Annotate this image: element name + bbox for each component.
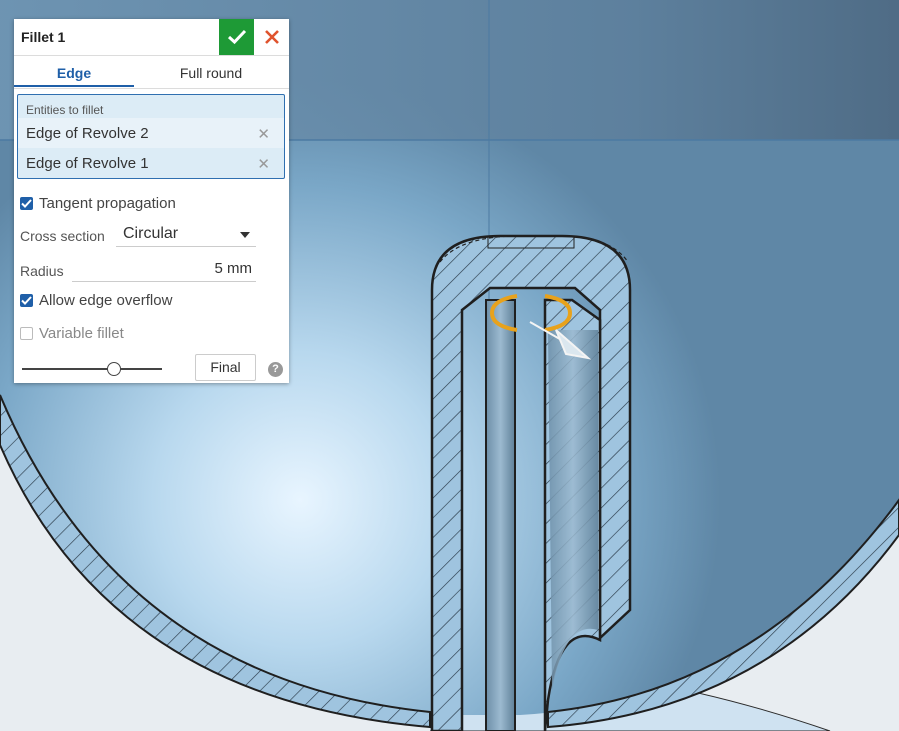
allow-edge-overflow-label: Allow edge overflow xyxy=(39,291,173,309)
remove-entity-icon[interactable]: ✕ xyxy=(257,125,270,143)
variable-fillet-label: Variable fillet xyxy=(39,324,124,342)
entities-label: Entities to fillet xyxy=(26,103,104,117)
radius-value: 5 mm xyxy=(214,260,253,277)
entities-to-fillet-field[interactable]: Entities to fillet Edge of Revolve 2 ✕ E… xyxy=(17,94,285,179)
entity-item[interactable]: Edge of Revolve 1 ✕ xyxy=(18,148,284,178)
slider-handle[interactable] xyxy=(107,362,121,376)
checkmark-icon xyxy=(227,29,246,45)
checkbox-checked-icon xyxy=(20,293,33,307)
tab-edge[interactable]: Edge xyxy=(14,56,134,87)
radius-row: Radius 5 mm xyxy=(20,257,256,282)
entity-item-label: Edge of Revolve 2 xyxy=(26,125,149,142)
variable-fillet-checkbox[interactable]: Variable fillet xyxy=(20,323,124,343)
allow-edge-overflow-checkbox[interactable]: Allow edge overflow xyxy=(20,290,172,310)
entity-item-label: Edge of Revolve 1 xyxy=(26,155,149,172)
confirm-button[interactable] xyxy=(219,19,254,55)
help-icon[interactable]: ? xyxy=(268,362,283,377)
close-icon xyxy=(264,30,279,44)
radius-input[interactable]: 5 mm xyxy=(72,257,256,282)
dialog-title: Fillet 1 xyxy=(21,29,66,45)
radius-label: Radius xyxy=(20,263,64,279)
fillet-dialog: Fillet 1 Edge Full round Entities to fil… xyxy=(14,19,289,383)
cross-section-row: Cross section Circular xyxy=(20,222,256,247)
dialog-header: Fillet 1 xyxy=(14,19,289,56)
remove-entity-icon[interactable]: ✕ xyxy=(257,155,270,173)
cross-section-label: Cross section xyxy=(20,228,105,244)
checkbox-unchecked-icon xyxy=(20,326,33,340)
cross-section-value: Circular xyxy=(123,225,179,242)
final-button[interactable]: Final xyxy=(195,354,256,381)
preview-slider[interactable] xyxy=(22,362,162,376)
cancel-button[interactable] xyxy=(254,19,289,55)
chevron-down-icon xyxy=(240,232,250,238)
checkbox-checked-icon xyxy=(20,196,33,210)
tab-bar: Edge Full round xyxy=(14,56,289,89)
tangent-propagation-checkbox[interactable]: Tangent propagation xyxy=(20,193,176,213)
entity-item[interactable]: Edge of Revolve 2 ✕ xyxy=(18,118,284,148)
tangent-propagation-label: Tangent propagation xyxy=(39,194,176,212)
cross-section-select[interactable]: Circular xyxy=(116,222,256,247)
tab-full-round[interactable]: Full round xyxy=(141,56,281,87)
